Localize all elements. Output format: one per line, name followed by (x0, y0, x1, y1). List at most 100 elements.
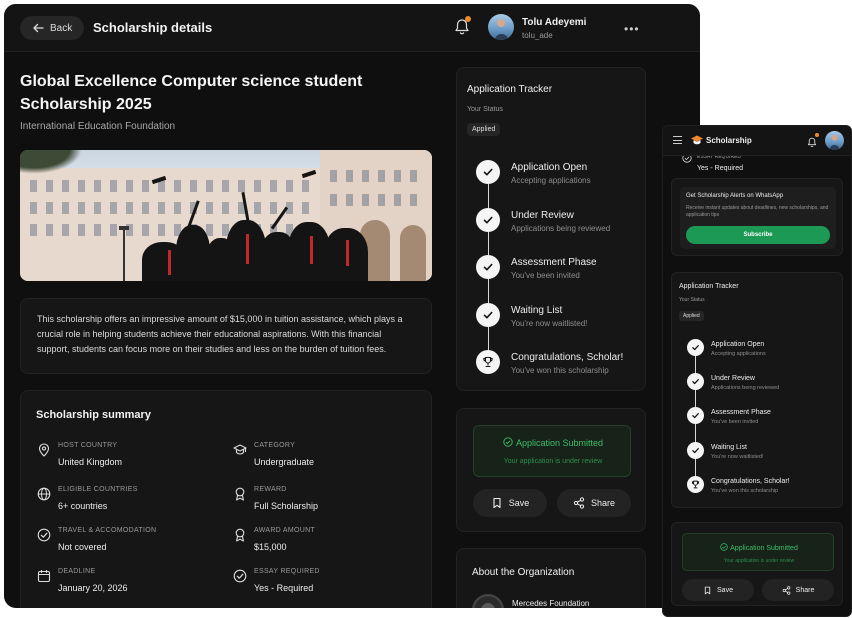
status-badge: Applied (467, 123, 501, 136)
share-label: Share (795, 586, 815, 594)
whatsapp-alert-card: Get Scholarship Alerts on WhatsApp Recei… (671, 178, 843, 256)
share-icon (573, 497, 585, 509)
step-name: Waiting List (511, 305, 563, 316)
step-sub: You've won this scholarship (511, 366, 609, 375)
tracker-step: Congratulations, Scholar! You've won thi… (687, 476, 837, 500)
tracker-step: Application Open Accepting applications (687, 339, 837, 363)
save-label: Save (508, 498, 530, 508)
more-options-button[interactable]: ••• (624, 22, 640, 36)
mobile-notification-bell[interactable] (807, 133, 819, 148)
step-name: Assessment Phase (511, 257, 597, 268)
bell-icon (807, 137, 817, 148)
step-sub: Accepting applications (511, 176, 591, 185)
check-icon (483, 311, 493, 319)
save-label: Save (717, 586, 733, 594)
step-name: Waiting List (711, 444, 747, 451)
summary-item-deadline: DEADLINE January 20, 2026 (37, 567, 217, 597)
top-bar: Back Scholarship details Tolu Adeyemi to… (4, 4, 700, 52)
organization-logo (472, 594, 504, 608)
check-icon (692, 447, 699, 454)
application-tracker: Application Tracker Your Status Applied … (456, 67, 646, 391)
graduation-cap-icon (233, 444, 247, 455)
mobile-share-button[interactable]: Share (762, 579, 834, 601)
submission-title: Application Submitted (730, 545, 798, 552)
back-button[interactable]: Back (20, 16, 85, 40)
share-button[interactable]: Share (557, 489, 631, 517)
summary-label: TRAVEL & ACCOMODATION (58, 527, 157, 534)
arrow-left-icon (33, 23, 44, 33)
award-icon (235, 487, 245, 501)
bookmark-icon (704, 586, 711, 594)
step-sub: You're now waitlisted! (511, 319, 588, 328)
whatsapp-text: Receive instant updates about deadlines,… (686, 205, 829, 218)
step-sub: Applications being reviewed (711, 385, 780, 391)
tracker-step: Application Open Accepting applications (476, 160, 646, 192)
page-title: Scholarship details (93, 20, 213, 35)
step-name: Congratulations, Scholar! (711, 478, 790, 485)
submission-status: Application Submitted Your application i… (473, 425, 631, 477)
check-circle-icon (720, 543, 728, 551)
tracker-step: Waiting List You're now waitlisted! (687, 442, 837, 466)
subscribe-button[interactable]: Subscribe (686, 226, 830, 244)
summary-label: CATEGORY (254, 442, 296, 449)
tracker-step: Under Review Applications being reviewed (687, 373, 837, 397)
tracker-step: Under Review Applications being reviewed (476, 208, 646, 240)
submission-title: Application Submitted (515, 438, 604, 448)
award-icon (235, 528, 245, 542)
globe-icon (37, 487, 51, 501)
about-org-name[interactable]: Mercedes Foundation (512, 599, 589, 608)
summary-value: Not covered (58, 542, 107, 552)
summary-item-travel: TRAVEL & ACCOMODATION Not covered (37, 526, 217, 556)
submission-card: Application Submitted Your application i… (456, 408, 646, 532)
summary-value: January 20, 2026 (58, 583, 128, 593)
trophy-icon (483, 356, 493, 368)
step-name: Application Open (711, 341, 765, 348)
notification-bell[interactable] (454, 16, 471, 36)
check-icon (692, 412, 699, 419)
mobile-window: ESSAY REQUIRED Yes - Required Scholarshi… (662, 125, 852, 617)
check-icon (483, 263, 493, 271)
user-handle: tolu_ade (522, 31, 553, 40)
summary-title: Scholarship summary (36, 409, 151, 421)
user-name: Tolu Adeyemi (522, 17, 587, 28)
mobile-avatar[interactable] (825, 131, 844, 150)
desktop-window: Back Scholarship details Tolu Adeyemi to… (4, 4, 700, 608)
status-label: Your Status (679, 297, 705, 303)
summary-value: United Kingdom (58, 457, 123, 467)
summary-item-award-amount: AWARD AMOUNT $15,000 (233, 526, 413, 556)
whatsapp-title: Get Scholarship Alerts on WhatsApp (686, 193, 784, 199)
check-icon (483, 168, 493, 176)
summary-value: Yes - Required (254, 583, 314, 593)
check-circle-icon (37, 528, 51, 542)
mobile-save-button[interactable]: Save (682, 579, 754, 601)
summary-label: HOST COUNTRY (58, 442, 118, 449)
summary-card: Scholarship summary HOST COUNTRY United … (20, 390, 432, 608)
check-circle-icon (503, 437, 513, 447)
tracker-step: Assessment Phase You've been invited (476, 255, 646, 287)
notification-dot (815, 133, 819, 137)
save-button[interactable]: Save (473, 489, 547, 517)
check-icon (483, 216, 493, 224)
hamburger-menu-icon[interactable] (673, 136, 682, 144)
summary-label: AWARD AMOUNT (254, 527, 316, 534)
tracker-title: Application Tracker (679, 283, 739, 290)
summary-label: ELIGIBLE COUNTRIES (58, 486, 138, 493)
bookmark-icon (493, 497, 501, 509)
submission-note: Your application is under review (723, 558, 795, 564)
check-icon (692, 344, 699, 351)
step-sub: You've been invited (711, 419, 759, 425)
hero-image (20, 150, 432, 281)
check-icon (692, 378, 699, 385)
step-name: Application Open (511, 162, 588, 173)
tracker-title: Application Tracker (467, 84, 553, 95)
step-sub: Applications being reviewed (511, 224, 611, 233)
summary-item-reward: REWARD Full Scholarship (233, 485, 413, 515)
share-label: Share (590, 498, 616, 508)
trophy-icon (691, 480, 700, 489)
status-badge: Applied (679, 311, 704, 321)
description-text: This scholarship offers an impressive am… (37, 314, 403, 354)
summary-label: ESSAY REQUIRED (254, 568, 320, 575)
avatar[interactable] (488, 14, 514, 40)
mobile-brand: Scholarship (706, 136, 752, 145)
calendar-icon (37, 570, 51, 583)
